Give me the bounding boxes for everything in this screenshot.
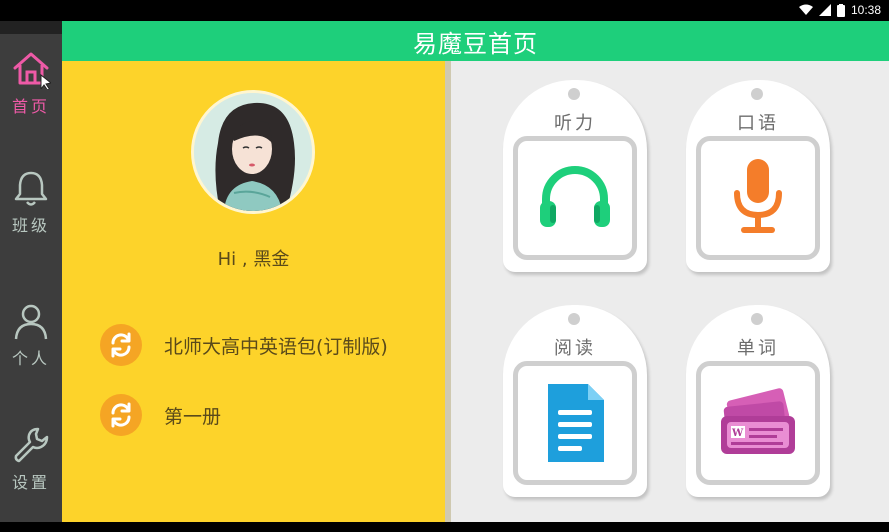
word-cards-icon: W: [721, 388, 795, 454]
greeting-text: Hi , 黑金: [217, 249, 290, 270]
sidebar-item-label: 设置: [11, 473, 50, 492]
refresh-icon[interactable]: [100, 394, 142, 436]
reading-card[interactable]: 阅读: [503, 305, 651, 501]
microphone-icon: [734, 159, 782, 233]
wifi-icon: [798, 4, 813, 15]
book-volume-label: 第一册: [164, 405, 222, 428]
bottom-bar: [0, 522, 889, 532]
bell-icon: [14, 171, 48, 206]
sidebar-item-label: 个人: [11, 349, 50, 368]
status-time: 10:38: [850, 3, 881, 17]
status-bar: 10:38: [0, 0, 889, 21]
sidebar-item-settings[interactable]: 设置: [0, 425, 62, 525]
card-frame: [513, 136, 637, 260]
tag-hole: [568, 313, 580, 325]
battery-icon: [836, 3, 845, 17]
sidebar-nav: 首页 班级 个人 设置: [0, 21, 62, 522]
person-icon: [14, 304, 48, 340]
sidebar-item-personal[interactable]: 个人: [0, 301, 62, 401]
signal-icon: [818, 4, 831, 16]
card-frame: [696, 136, 820, 260]
card-label: 单词: [737, 338, 779, 359]
tag-hole: [568, 88, 580, 100]
document-icon: [548, 384, 604, 462]
sidebar-item-label: 班级: [11, 216, 50, 235]
tag-hole: [751, 313, 763, 325]
profile-panel: Hi , 黑金 北师大高中英语包(订制版) 第一册: [62, 61, 445, 522]
card-label: 听力: [554, 113, 596, 134]
sidebar-top-strip: [0, 21, 62, 34]
card-label: 口语: [737, 113, 779, 134]
avatar-illustration: [194, 93, 312, 211]
avatar[interactable]: [191, 90, 315, 214]
card-frame: W: [696, 361, 820, 485]
headphones-icon: [540, 166, 610, 227]
card-label: 阅读: [554, 338, 596, 359]
wrench-icon: [14, 427, 49, 463]
svg-text:W: W: [731, 428, 744, 439]
book-volume-row[interactable]: 第一册: [100, 394, 221, 436]
vocabulary-card[interactable]: 单词 W: [686, 305, 834, 501]
book-package-row[interactable]: 北师大高中英语包(订制版): [100, 324, 388, 366]
app-header: 易魔豆首页: [62, 21, 889, 61]
home-icon: [13, 52, 51, 89]
listening-card[interactable]: 听力: [503, 80, 651, 276]
module-grid: 听力 口语 阅读 单词 W: [451, 61, 889, 522]
page-title: 易魔豆首页: [413, 29, 538, 58]
sidebar-item-class[interactable]: 班级: [0, 168, 62, 268]
book-package-label: 北师大高中英语包(订制版): [164, 335, 388, 358]
tag-hole: [751, 88, 763, 100]
sidebar-item-home[interactable]: 首页: [0, 49, 62, 149]
sidebar-item-label: 首页: [11, 97, 50, 116]
status-icons: 10:38: [798, 3, 881, 17]
refresh-icon[interactable]: [100, 324, 142, 366]
card-frame: [513, 361, 637, 485]
speaking-card[interactable]: 口语: [686, 80, 834, 276]
